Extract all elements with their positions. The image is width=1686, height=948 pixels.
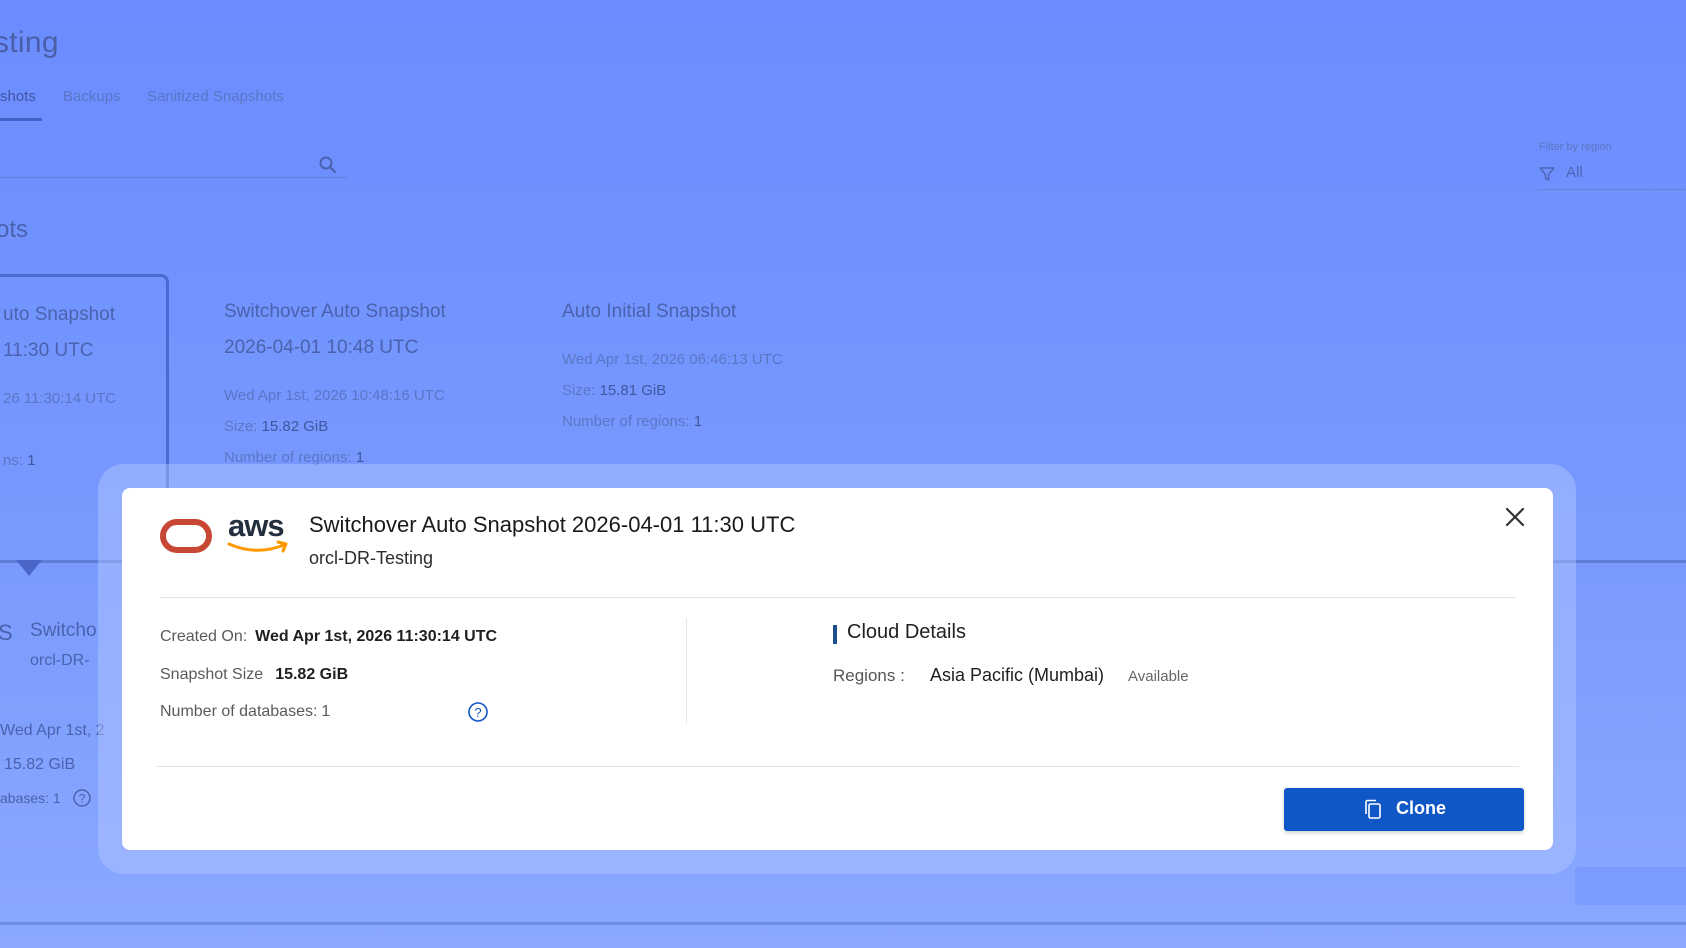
column-divider xyxy=(686,618,687,724)
svg-text:?: ? xyxy=(79,792,86,806)
clone-button-label: Clone xyxy=(1396,798,1447,818)
aws-logo-icon: aws xyxy=(226,508,292,556)
region-status-badge: Available xyxy=(1128,668,1189,685)
page-title: sting xyxy=(0,26,59,59)
detail-databases: abases: 1 xyxy=(0,790,61,806)
selection-arrow-icon xyxy=(16,560,42,576)
header-divider xyxy=(160,597,1516,598)
tab-snapshots[interactable]: shots xyxy=(0,88,36,105)
card-title: uto Snapshot xyxy=(3,304,115,325)
snapshot-details-modal: aws Switchover Auto Snapshot 2026-04-01 … xyxy=(122,488,1553,850)
card-title: Auto Initial Snapshot xyxy=(562,301,737,322)
card-title: Switchover Auto Snapshot xyxy=(224,301,446,322)
modal-subtitle: orcl-DR-Testing xyxy=(309,548,434,568)
filter-value: All xyxy=(1566,164,1583,181)
detail-subtitle: orcl-DR- xyxy=(30,652,90,669)
detail-size: 15.82 GiB xyxy=(4,756,76,773)
detail-date: Wed Apr 1st, 2 xyxy=(0,722,105,739)
footer-divider xyxy=(0,922,1686,925)
detail-logo-fragment: S xyxy=(0,620,13,645)
svg-text:?: ? xyxy=(474,705,481,720)
modal-title: Switchover Auto Snapshot 2026-04-01 11:3… xyxy=(309,512,796,537)
filter-icon xyxy=(1539,167,1555,181)
region-value: Asia Pacific (Mumbai) xyxy=(930,665,1105,685)
card-size: Size: 15.81 GiB xyxy=(562,382,667,399)
tab-sanitized-snapshots[interactable]: Sanitized Snapshots xyxy=(147,88,284,105)
created-on-row: Created On: Wed Apr 1st, 2026 11:30:14 UT… xyxy=(160,628,497,646)
snapshot-card[interactable]: Switchover Auto Snapshot 2026-04-01 10:4… xyxy=(224,274,524,494)
search-icon[interactable] xyxy=(318,155,338,175)
aws-smile-icon xyxy=(227,540,288,553)
section-title: ots xyxy=(0,216,29,243)
background-clone-button[interactable] xyxy=(1575,867,1686,905)
snapshot-card[interactable]: uto Snapshot 11:30 UTC 26 11:30:14 UTC n… xyxy=(0,274,169,494)
search-input[interactable] xyxy=(0,177,346,178)
snapshot-size-label: Snapshot Size xyxy=(160,666,264,683)
tab-active-indicator xyxy=(0,118,42,121)
card-regions: Number of regions: 1 xyxy=(562,413,703,430)
cloud-details-title: Cloud Details xyxy=(847,621,966,643)
close-icon[interactable] xyxy=(1501,503,1529,531)
created-on-value: Wed Apr 1st, 2026 11:30:14 UTC xyxy=(255,628,498,645)
tab-backups[interactable]: Backups xyxy=(63,88,121,105)
num-databases-row: Number of databases: 1 xyxy=(160,703,330,721)
footer-divider xyxy=(156,766,1519,767)
cloud-details-accent xyxy=(833,625,837,644)
regions-label: Regions : xyxy=(833,666,905,685)
card-subtitle: 2026-04-01 10:48 UTC xyxy=(224,337,419,358)
snapshot-size-row: Snapshot Size 15.82 GiB xyxy=(160,666,348,684)
card-date: Wed Apr 1st, 2026 10:48:16 UTC xyxy=(224,387,445,404)
oracle-logo-icon xyxy=(160,519,212,553)
card-subtitle: 11:30 UTC xyxy=(3,340,94,361)
num-databases-label: Number of databases: xyxy=(160,703,318,720)
num-databases-value: 1 xyxy=(321,703,331,720)
copy-icon xyxy=(1365,799,1381,819)
help-icon[interactable]: ? xyxy=(467,701,489,723)
region-filter-select[interactable]: All xyxy=(1538,162,1686,190)
snapshot-card[interactable]: Auto Initial Snapshot Wed Apr 1st, 2026 … xyxy=(562,274,862,494)
help-icon[interactable]: ? xyxy=(72,788,92,808)
card-date: 26 11:30:14 UTC xyxy=(3,390,117,407)
card-date: Wed Apr 1st, 2026 06:46:13 UTC xyxy=(562,351,783,368)
filter-label: Filter by region xyxy=(1539,141,1612,153)
card-size: Size: 15.82 GiB xyxy=(224,418,329,435)
clone-button[interactable]: Clone xyxy=(1284,788,1524,831)
snapshot-size-value: 15.82 GiB xyxy=(275,666,349,683)
created-on-label: Created On: xyxy=(160,628,248,645)
detail-title: Switcho xyxy=(30,620,97,641)
